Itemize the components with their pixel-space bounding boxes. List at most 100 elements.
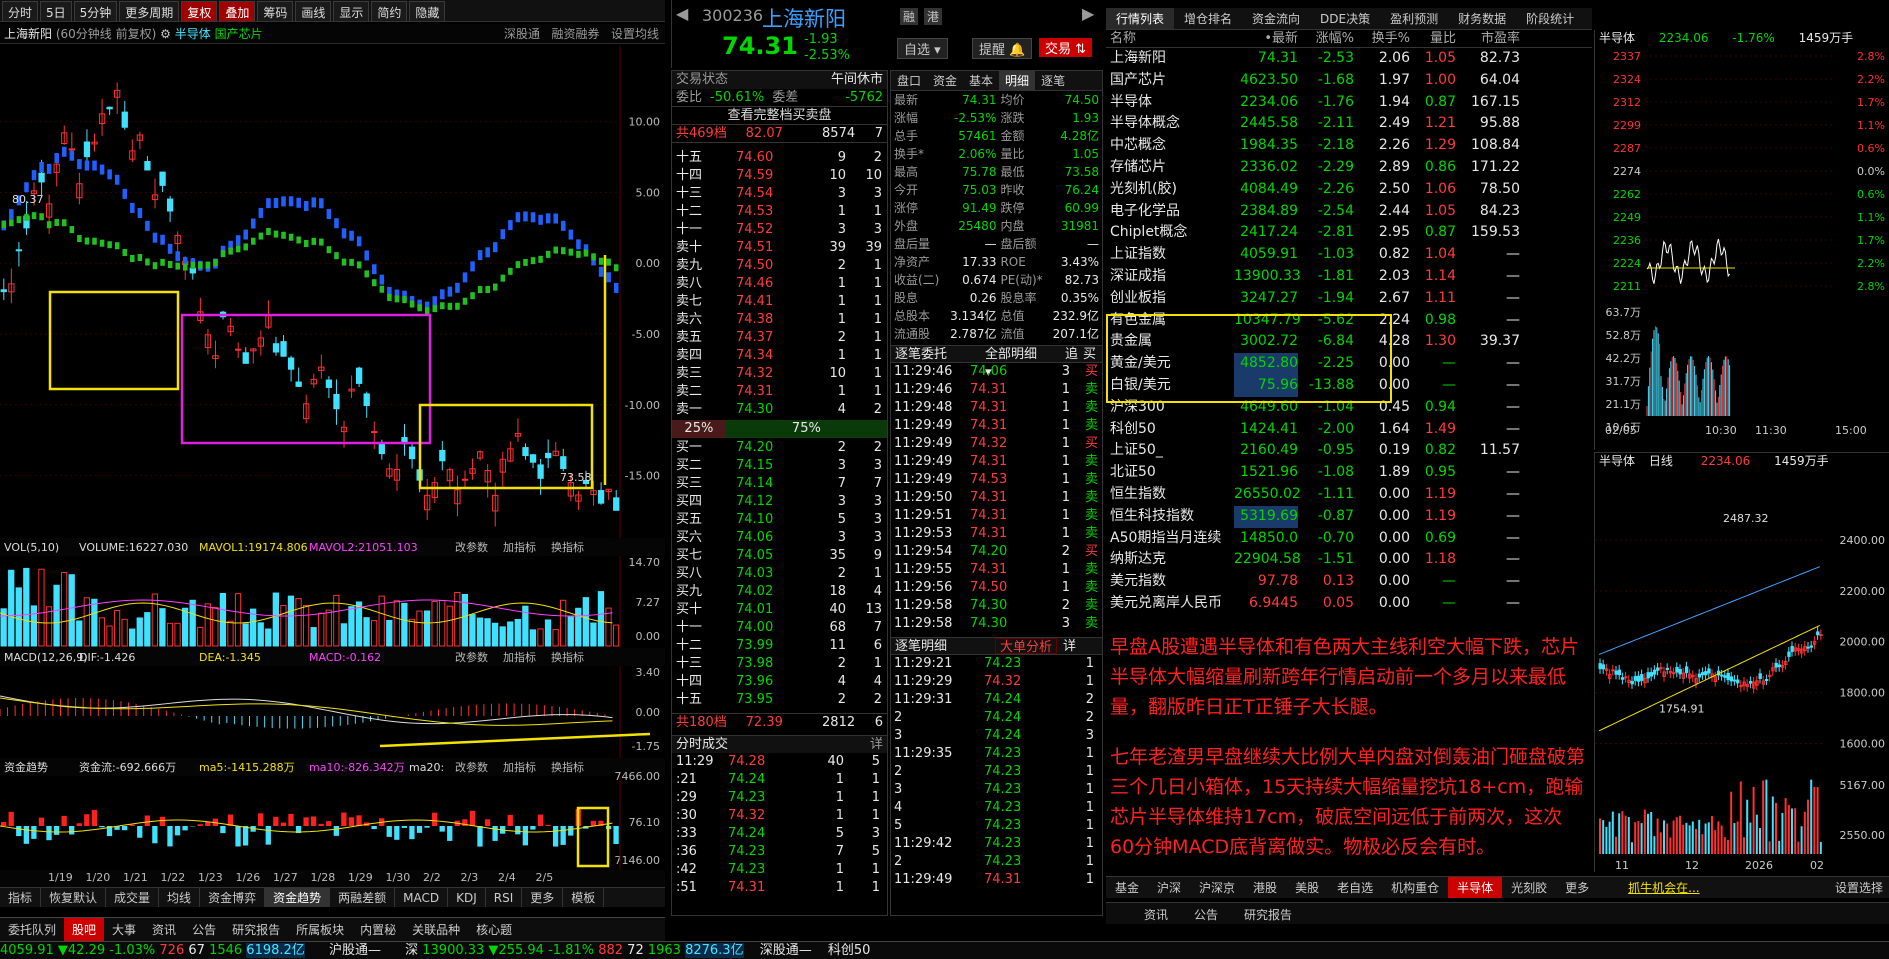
day-kline-chart[interactable]: 2400.00 2200.00 2000.00 1800.00 1600.00 2487.… <box>1595 469 1889 873</box>
full-book-link[interactable]: 查看完整档买卖盘 <box>672 107 887 125</box>
market-col-0[interactable]: 名称 <box>1106 30 1234 47</box>
indicator-tab-9[interactable]: RSI <box>486 888 523 907</box>
nav-tab-2[interactable]: 大事 <box>104 918 144 941</box>
detail-tab-1[interactable]: 资金 <box>927 71 963 91</box>
toolbar-button-1[interactable]: 5日 <box>40 1 72 21</box>
nav-tab-0[interactable]: 委托队列 <box>0 918 64 941</box>
market-col-5[interactable]: 市盈率 <box>1456 30 1520 47</box>
market-row[interactable]: 上证指数 4059.91 -1.03 0.82 1.04 — <box>1106 244 1592 266</box>
link-ma[interactable]: 设置均线 <box>611 27 659 41</box>
big-order-button[interactable]: 大单分析 <box>995 638 1058 655</box>
sector-tab-6[interactable]: 机构重仓 <box>1382 877 1448 898</box>
detail-tab-2[interactable]: 基本 <box>963 71 999 91</box>
entrust-b[interactable]: 买 <box>1083 346 1096 362</box>
indicator-tab-10[interactable]: 更多 <box>522 888 564 907</box>
nav-tab-4[interactable]: 公告 <box>184 918 224 941</box>
market-col-1[interactable]: •最新 <box>1234 30 1298 47</box>
right-nav-tab-2[interactable]: 研究报告 <box>1236 903 1300 927</box>
link-rzrq[interactable]: 融资融券 <box>552 27 600 41</box>
indicator-tab-3[interactable]: 均线 <box>159 888 201 907</box>
sector-tab-3[interactable]: 港股 <box>1244 877 1286 898</box>
kc-label[interactable]: 科创50 <box>828 943 871 958</box>
market-row[interactable]: 上证50_ 2160.49 -0.95 0.19 0.82 11.57 <box>1106 440 1592 462</box>
market-row[interactable]: 美元兑离岸人民币 6.9445 0.05 0.00 — — <box>1106 593 1592 615</box>
indicator-tab-7[interactable]: MACD <box>395 888 449 907</box>
indicator-tab-0[interactable]: 指标 <box>0 888 42 907</box>
toolbar-button-7[interactable]: 画线 <box>295 1 332 21</box>
market-row[interactable]: 电子化学品 2384.89 -2.54 2.44 1.05 84.23 <box>1106 201 1592 223</box>
detail-tab-4[interactable]: 逐笔 <box>1035 71 1071 91</box>
market-tab-2[interactable]: 资金流向 <box>1242 8 1310 29</box>
toolbar-button-5[interactable]: 叠加 <box>219 1 256 21</box>
entrust-a[interactable]: 追 <box>1065 346 1083 362</box>
nav-tab-6[interactable]: 所属板块 <box>288 918 352 941</box>
market-tab-6[interactable]: 阶段统计 <box>1516 8 1584 29</box>
sector-tab-1[interactable]: 沪深 <box>1148 877 1190 898</box>
toolbar-button-3[interactable]: 更多周期 <box>119 1 180 21</box>
nav-tab-9[interactable]: 核心题 <box>468 918 520 941</box>
overlay-chip[interactable]: 国产芯片 <box>215 27 263 41</box>
market-row[interactable]: 恒生指数 26550.02 -1.11 0.00 1.19 — <box>1106 484 1592 506</box>
right-nav-tab-1[interactable]: 公告 <box>1186 903 1226 927</box>
tag-rong[interactable]: 融 <box>900 8 919 25</box>
nav-tab-8[interactable]: 关联品种 <box>404 918 468 941</box>
trade-button[interactable]: 交易 ⇅ <box>1039 38 1093 57</box>
market-row[interactable]: 美元指数 97.78 0.13 0.00 — — <box>1106 571 1592 593</box>
toolbar-button-9[interactable]: 简约 <box>371 1 408 21</box>
market-tab-0[interactable]: 行情列表 <box>1106 8 1175 29</box>
market-row[interactable]: 北证50 1521.96 -1.08 1.89 0.95 — <box>1106 462 1592 484</box>
sector-tab-7[interactable]: 半导体 <box>1448 877 1503 898</box>
market-row[interactable]: A50期指当月连续 14850.0 -0.70 0.00 0.69 — <box>1106 528 1592 550</box>
market-col-2[interactable]: 涨幅% <box>1298 30 1354 47</box>
mini-intraday-chart[interactable]: 2337 2.8% 2324 2.2% 2312 1.7% 2299 1.1% 2287 0.6%… <box>1595 46 1889 450</box>
market-row[interactable]: 纳斯达克 22904.58 -1.51 0.00 1.18 — <box>1106 549 1592 571</box>
watchlist-button[interactable]: 自选 ▾ <box>897 38 948 59</box>
market-row[interactable]: 恒生科技指数 5319.69 -0.87 0.00 1.19 — <box>1106 505 1592 528</box>
trade-detail-button[interactable]: 详 <box>1063 638 1076 654</box>
sector-tab-5[interactable]: 老自选 <box>1328 877 1382 898</box>
link-sgt[interactable]: 深股通 <box>504 27 540 41</box>
detail-tab-0[interactable]: 盘口 <box>891 71 927 91</box>
market-row[interactable]: 存储芯片 2336.02 -2.29 2.89 0.86 171.22 <box>1106 157 1592 179</box>
settings-icon[interactable]: ⚙ <box>160 27 171 41</box>
toolbar-button-2[interactable]: 5分钟 <box>73 1 118 21</box>
toolbar-button-6[interactable]: 筹码 <box>257 1 294 21</box>
market-col-4[interactable]: 量比 <box>1410 30 1456 47</box>
market-row[interactable]: 创业板指 3247.27 -1.94 2.67 1.11 — <box>1106 288 1592 310</box>
hgt-label[interactable]: 沪股通 <box>329 943 368 958</box>
right-arrow-icon[interactable]: ▶ <box>1082 4 1094 23</box>
tag-gang[interactable]: 港 <box>924 8 943 25</box>
overlay-semiconductor[interactable]: 半导体 <box>175 27 211 41</box>
market-col-3[interactable]: 换手% <box>1354 30 1410 47</box>
detail-tab-3[interactable]: 明细 <box>999 71 1036 91</box>
market-row[interactable]: 科创50 1424.41 -2.00 1.64 1.49 — <box>1106 419 1592 441</box>
flow-chart[interactable]: 资金趋势 资金流:-692.666万 ma5:-1415.288万 ma10:-826… <box>0 758 665 870</box>
indicator-tab-1[interactable]: 恢复默认 <box>41 888 107 907</box>
indicator-tab-4[interactable]: 资金博弈 <box>200 888 266 907</box>
sector-setting-button[interactable]: 设置选择 <box>1835 877 1883 898</box>
left-arrow-icon[interactable]: ◀ <box>676 4 688 23</box>
market-tab-4[interactable]: 盈利预测 <box>1380 8 1448 29</box>
toolbar-button-10[interactable]: 隐藏 <box>409 1 446 21</box>
market-tab-5[interactable]: 财务数据 <box>1448 8 1516 29</box>
sector-tab-9[interactable]: 更多 <box>1556 877 1598 898</box>
toolbar-button-0[interactable]: 分时 <box>2 1 39 21</box>
sgt-label[interactable]: 深股通 <box>760 943 799 958</box>
market-tab-7[interactable]: 多股同列 <box>1584 8 1592 29</box>
market-row[interactable]: 中芯概念 1984.35 -2.18 2.26 1.29 108.84 <box>1106 135 1592 157</box>
market-row[interactable]: 深证成指 13900.33 -1.81 2.03 1.14 — <box>1106 266 1592 288</box>
sector-tab-8[interactable]: 光刻胶 <box>1502 877 1556 898</box>
sector-tab-2[interactable]: 沪深京 <box>1190 877 1244 898</box>
nav-tab-3[interactable]: 资讯 <box>144 918 184 941</box>
indicator-tab-5[interactable]: 资金趋势 <box>265 888 331 907</box>
fen-detail-button[interactable]: 详 <box>870 736 883 753</box>
indicator-tab-2[interactable]: 成交量 <box>106 888 160 907</box>
right-nav-tab-0[interactable]: 资讯 <box>1136 903 1176 927</box>
macd-chart[interactable]: MACD(12,26,9)DIF:-1.426 DEA:-1.345 MACD:-0… <box>0 648 665 758</box>
sector-tab-4[interactable]: 美股 <box>1286 877 1328 898</box>
market-row[interactable]: 半导体 2234.06 -1.76 1.94 0.87 167.15 <box>1106 92 1592 114</box>
market-row[interactable]: 半导体概念 2445.58 -2.11 2.49 1.21 95.88 <box>1106 113 1592 135</box>
toolbar-button-8[interactable]: 显示 <box>333 1 370 21</box>
market-row[interactable]: Chiplet概念 2417.24 -2.81 2.95 0.87 159.53 <box>1106 222 1592 244</box>
volume-chart[interactable]: VOL(5,10) VOLUME:16227.030 MAVOL1:19174.80… <box>0 538 665 648</box>
